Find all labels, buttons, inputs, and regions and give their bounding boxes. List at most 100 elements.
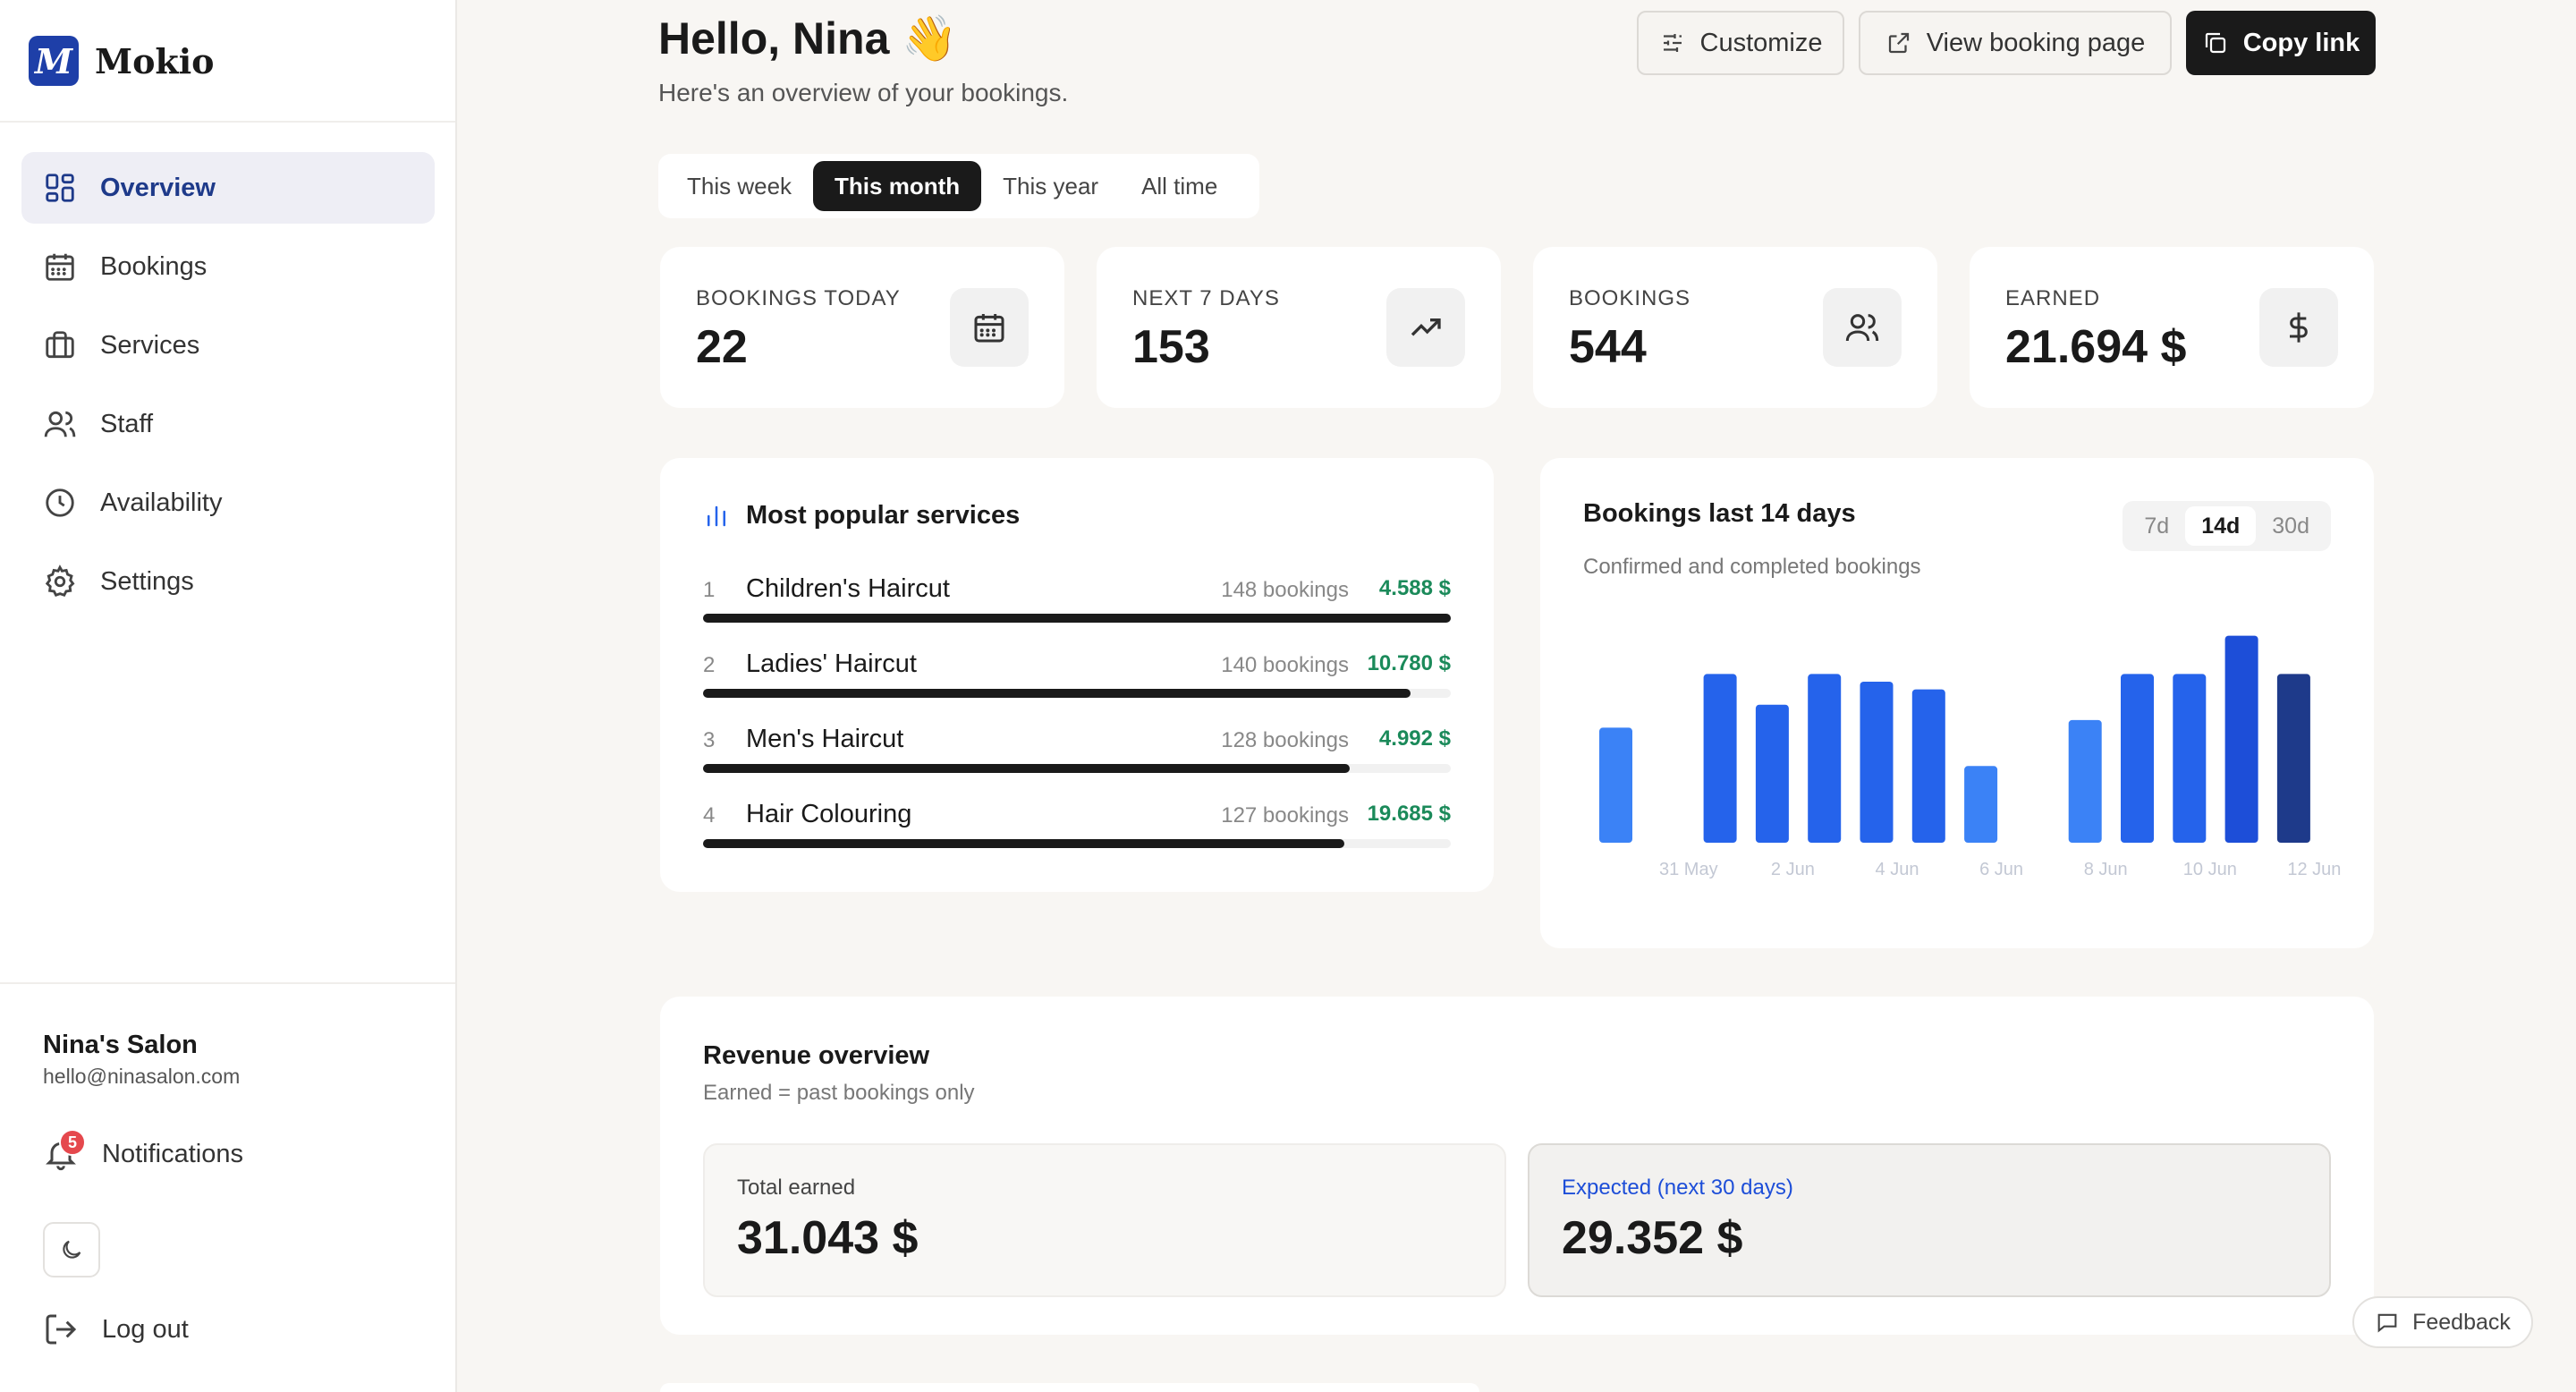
feedback-label: Feedback [2412, 1309, 2511, 1335]
stat-value: 153 [1132, 321, 1210, 373]
service-amount: 19.685 $ [1367, 802, 1451, 826]
service-name: Men's Haircut [746, 725, 904, 753]
account-name: Nina's Salon [43, 1031, 198, 1059]
sliders-icon [1663, 34, 1682, 52]
service-bookings: 140 bookings [1221, 653, 1349, 677]
expected-box: Expected (next 30 days) 29.352 $ [1528, 1143, 2331, 1297]
sidebar: M Mokio Overview Bookings Services Staff… [0, 0, 457, 1392]
stat-label: BOOKINGS [1569, 286, 1691, 310]
logout-button[interactable]: Log out [43, 1311, 189, 1347]
divider [0, 982, 455, 984]
total-earned-value: 31.043 $ [737, 1212, 919, 1264]
service-share-track [703, 689, 1451, 698]
sidebar-item-label: Availability [100, 488, 223, 517]
view-booking-page-label: View booking page [1926, 28, 2146, 57]
chart-bar[interactable] [2224, 635, 2258, 843]
account-email: hello@ninasalon.com [43, 1065, 241, 1088]
x-tick-label: 12 Jun [2287, 860, 2341, 879]
list-item[interactable]: 1 Children's Haircut 148 bookings 4.588 … [703, 573, 1451, 648]
sidebar-item-availability[interactable]: Availability [21, 467, 435, 539]
revenue-subtitle: Earned = past bookings only [703, 1081, 975, 1105]
feedback-button[interactable]: Feedback [2352, 1296, 2533, 1348]
notifications-button[interactable]: 5 Notifications [43, 1129, 243, 1172]
list-item[interactable]: 4 Hair Colouring 127 bookings 19.685 $ [703, 798, 1451, 873]
stat-card-bookings: BOOKINGS 544 [1533, 247, 1937, 408]
tab-this-year[interactable]: This year [981, 161, 1120, 211]
service-share-track [703, 839, 1451, 848]
clock-icon [46, 488, 74, 517]
page-title: Hello, Nina 👋 [658, 13, 958, 64]
stat-card-bookings-today: BOOKINGS TODAY 22 [660, 247, 1064, 408]
message-icon [2377, 1313, 2397, 1333]
bookings-bar-chart: 31 May 2 Jun 4 Jun 6 Jun 8 Jun 10 Jun 12 Jun [1599, 635, 2341, 879]
external-link-icon [1888, 32, 1909, 54]
chart-bar[interactable] [2121, 674, 2154, 843]
list-item[interactable]: 2 Ladies' Haircut 140 bookings 10.780 $ [703, 648, 1451, 723]
sidebar-item-bookings[interactable]: Bookings [21, 231, 435, 302]
chart-bar[interactable] [1860, 682, 1894, 843]
sidebar-item-label: Staff [100, 409, 154, 438]
stat-card-next-7-days: NEXT 7 DAYS 153 [1097, 247, 1501, 408]
customize-button[interactable]: Customize [1637, 11, 1844, 75]
sidebar-item-services[interactable]: Services [21, 310, 435, 381]
x-tick-label: 6 Jun [1979, 860, 2023, 879]
stat-value: 21.694 $ [2005, 321, 2187, 373]
theme-toggle-button[interactable] [43, 1222, 100, 1277]
sidebar-item-overview[interactable]: Overview [21, 152, 435, 224]
copy-link-button[interactable]: Copy link [2186, 11, 2376, 75]
chart-bar[interactable] [1964, 766, 1998, 843]
service-amount: 4.588 $ [1378, 576, 1451, 600]
list-item[interactable]: 3 Men's Haircut 128 bookings 4.992 $ [703, 723, 1451, 798]
tab-this-month[interactable]: This month [813, 161, 982, 211]
users-icon [44, 411, 76, 437]
copy-link-label: Copy link [2242, 28, 2360, 57]
popular-services-title: Most popular services [746, 501, 1021, 530]
brand-logo: M [29, 36, 79, 86]
service-share-bar [703, 839, 1345, 848]
page-subtitle: Here's an overview of your bookings. [658, 79, 1069, 106]
x-tick-label: 8 Jun [2084, 860, 2128, 879]
service-bookings: 128 bookings [1221, 728, 1349, 752]
next-panel [660, 1383, 1479, 1392]
dollar-icon [2259, 288, 2338, 367]
total-earned-label: Total earned [737, 1176, 856, 1200]
service-rank: 3 [703, 728, 716, 752]
bell-icon: 5 [43, 1129, 86, 1172]
chart-bar[interactable] [1911, 689, 1945, 843]
sidebar-item-settings[interactable]: Settings [21, 546, 435, 617]
view-booking-page-button[interactable]: View booking page [1859, 11, 2172, 75]
moon-icon [63, 1240, 81, 1259]
users-icon [1823, 288, 1902, 367]
customize-label: Customize [1699, 28, 1823, 57]
tab-all-time[interactable]: All time [1120, 161, 1239, 211]
chart-bar[interactable] [1808, 674, 1842, 843]
stat-value: 544 [1569, 321, 1647, 373]
trending-up-icon [1386, 288, 1465, 367]
service-bookings: 148 bookings [1221, 578, 1349, 602]
expected-value: 29.352 $ [1562, 1212, 1743, 1264]
grid-icon [46, 174, 74, 202]
service-name: Children's Haircut [746, 574, 950, 603]
chart-bar[interactable] [2173, 674, 2207, 843]
chart-bar[interactable] [1755, 704, 1789, 843]
logout-icon [46, 1314, 77, 1345]
divider [0, 121, 455, 123]
revenue-title: Revenue overview [703, 1041, 930, 1070]
stat-label: EARNED [2005, 286, 2101, 310]
chart-bar[interactable] [2068, 719, 2102, 843]
calendar-icon [46, 253, 74, 281]
chart-bar[interactable] [1703, 674, 1737, 843]
briefcase-icon [46, 331, 74, 359]
chart-bar[interactable] [2276, 674, 2310, 843]
notification-count-badge: 5 [59, 1129, 86, 1156]
sidebar-item-staff[interactable]: Staff [21, 388, 435, 460]
brand[interactable]: M Mokio [29, 34, 215, 88]
copy-icon [2205, 32, 2225, 54]
service-share-bar [703, 614, 1451, 623]
bookings-chart-panel: Bookings last 14 days Confirmed and comp… [1540, 458, 2374, 948]
tab-this-week[interactable]: This week [665, 161, 813, 211]
stat-label: BOOKINGS TODAY [696, 286, 901, 310]
x-tick-label: 4 Jun [1876, 860, 1919, 879]
brand-name: Mokio [95, 40, 215, 81]
chart-bar[interactable] [1599, 727, 1632, 843]
